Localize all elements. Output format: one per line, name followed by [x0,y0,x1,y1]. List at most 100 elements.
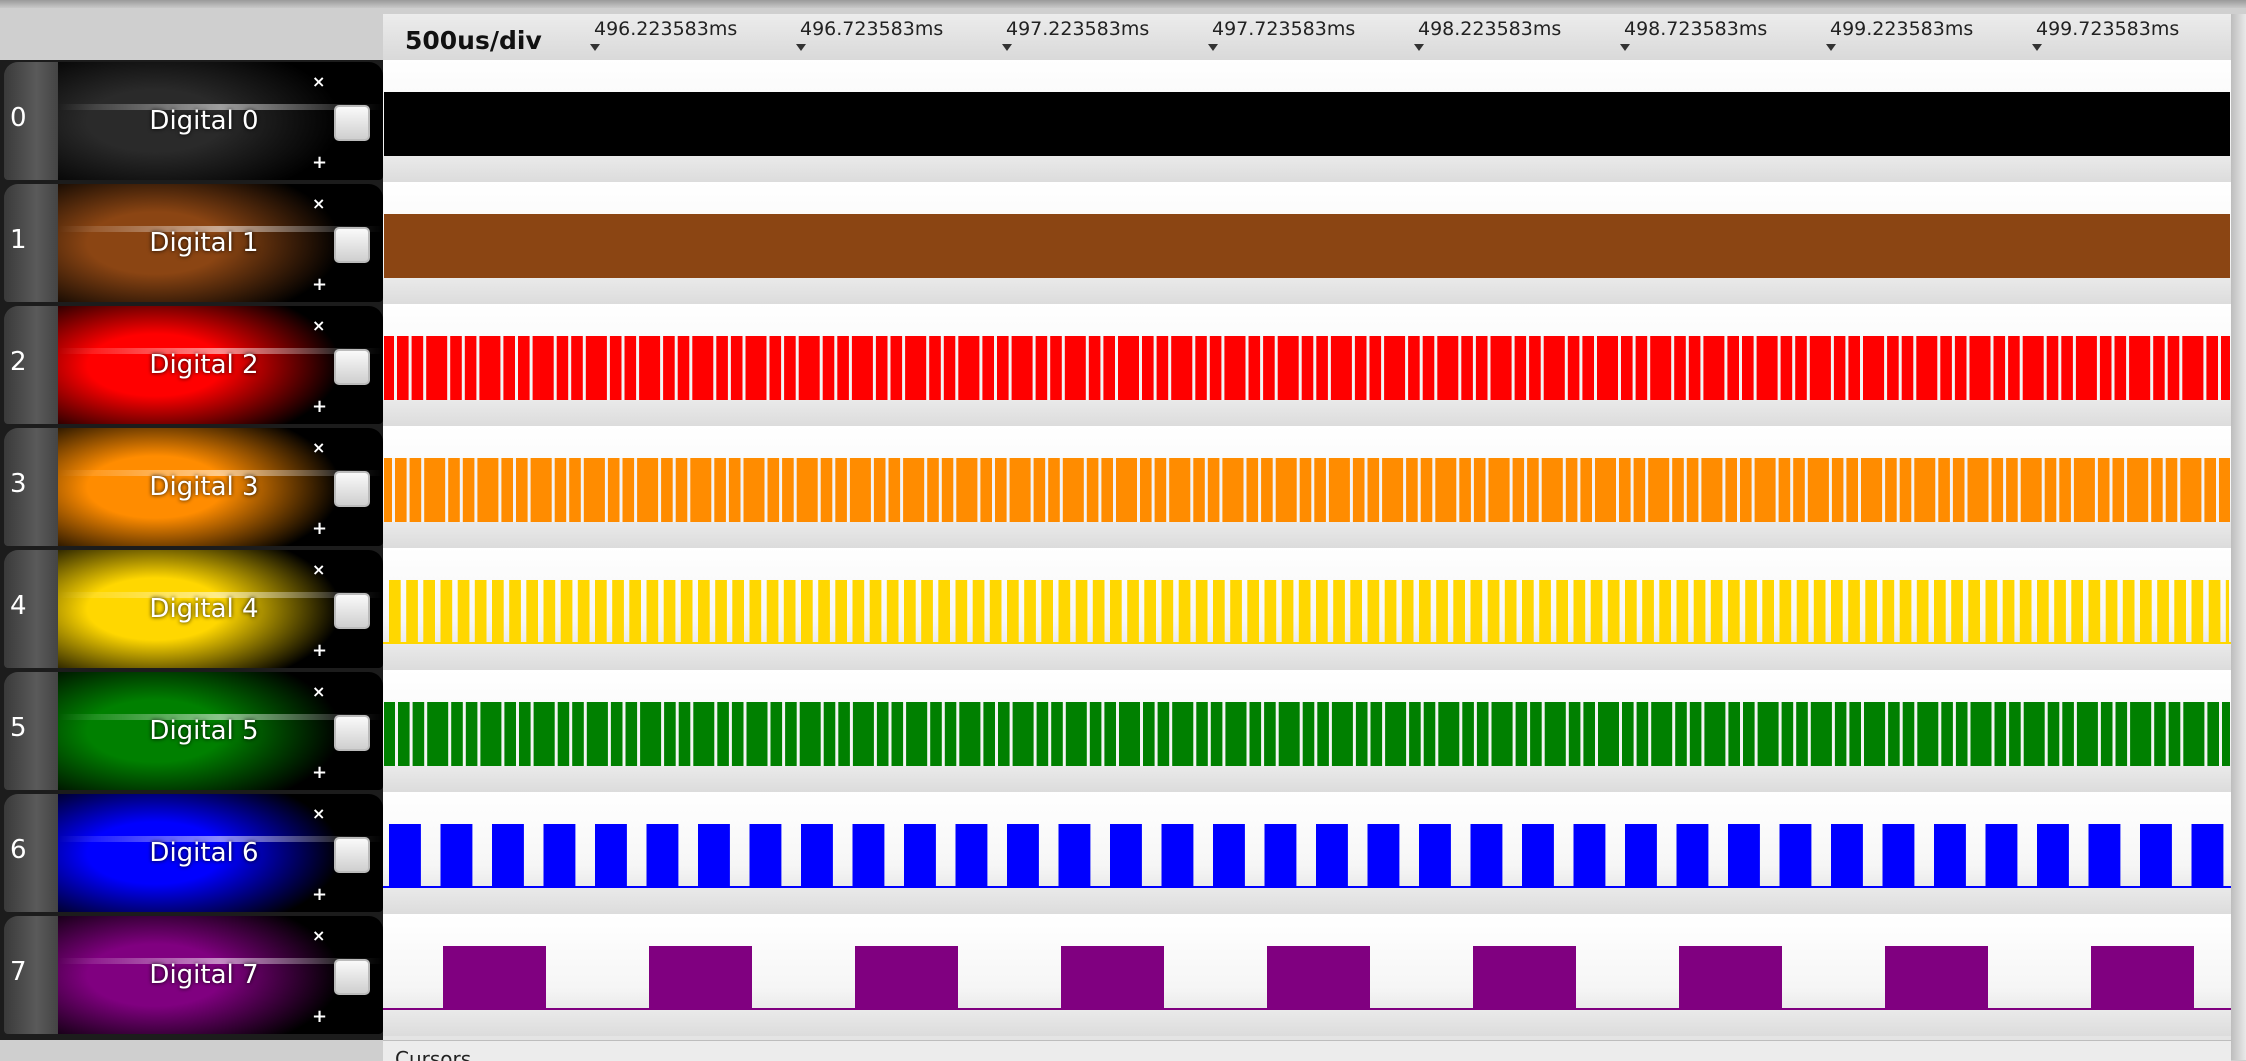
signal-pulse [2140,580,2152,644]
signal-low-glitch [1045,458,1049,522]
signal-low-glitch [849,702,853,766]
waveform-area[interactable] [383,60,2231,1040]
signal-low-glitch [977,458,981,522]
signal-low-glitch [2094,458,2098,522]
add-channel-button[interactable]: + [312,762,327,783]
add-channel-button[interactable]: + [312,884,327,905]
signal-low-glitch [1828,458,1832,522]
signal-low-glitch [714,702,718,766]
signal-pulse [1470,580,1483,644]
signal-low-glitch [1151,458,1155,522]
channel-header-5[interactable]: 5 × Digital 5 + [4,672,383,790]
signal-low-glitch [580,458,584,522]
vertical-scrollbar[interactable] [2231,14,2246,1060]
remove-channel-button[interactable]: × [312,72,325,91]
waveform-lane-2[interactable] [383,304,2231,426]
signal-low-glitch [1061,336,1065,400]
waveform-lane-1[interactable] [383,182,2231,304]
channel-header-3[interactable]: 3 × Digital 3 + [4,428,383,546]
signal-pulse [801,580,813,644]
signal-pulse [1659,580,1671,644]
signal-low-glitch [1725,702,1729,766]
signal-pulse [1573,824,1606,888]
channel-checkbox[interactable] [334,227,370,263]
signal-pulse [801,824,833,888]
signal-low-glitch [1538,458,1542,522]
signal-low-glitch [1790,458,1794,522]
channel-header-4[interactable]: 4 × Digital 4 + [4,550,383,668]
signal-pulse [904,580,916,644]
signal-low-glitch [979,336,983,400]
signal-low-glitch [1006,458,1010,522]
add-channel-button[interactable]: + [312,1006,327,1027]
add-channel-button[interactable]: + [312,152,327,173]
channel-header-6[interactable]: 6 × Digital 6 + [4,794,383,912]
channel-checkbox[interactable] [334,593,370,629]
signal-low-glitch [938,458,942,522]
signal-low-glitch [604,458,608,522]
add-channel-button[interactable]: + [312,274,327,295]
signal-pulse [2091,946,2194,1010]
remove-channel-button[interactable]: × [312,926,325,945]
waveform-lane-4[interactable] [383,548,2231,670]
signal-low-glitch [1485,458,1489,522]
signal-pulse [423,580,435,644]
signal-low-glitch [1806,336,1810,400]
channel-header-1[interactable]: 1 × Digital 1 + [4,184,383,302]
add-channel-button[interactable]: + [312,640,327,661]
channel-header-7[interactable]: 7 × Digital 7 + [4,916,383,1034]
signal-low-glitch [2044,702,2048,766]
waveform-lane-6[interactable] [383,792,2231,914]
signal-pulse [1676,824,1709,888]
add-channel-button[interactable]: + [312,518,327,539]
signal-low-glitch [711,458,715,522]
remove-channel-button[interactable]: × [312,804,325,823]
signal-low-glitch [1882,458,1886,522]
channel-checkbox[interactable] [334,837,370,873]
waveform-lane-5[interactable] [383,670,2231,792]
signal-pulse [1110,824,1142,888]
channel-index-tab: 3 [4,428,58,546]
channel-checkbox[interactable] [334,105,370,141]
signal-low-glitch [1204,458,1208,522]
add-channel-button[interactable]: + [312,396,327,417]
channel-checkbox[interactable] [334,349,370,385]
waveform-lane-0[interactable] [383,60,2231,182]
channel-name: Digital 1 [149,228,259,258]
channel-checkbox[interactable] [334,959,370,995]
signal-low-glitch [1648,702,1652,766]
signal-low-glitch [1632,336,1636,400]
signal-low-glitch [1139,336,1142,400]
signal-low-glitch [870,458,874,522]
signal-pulse [1127,580,1139,644]
signal-pulse [835,580,847,644]
channel-name: Digital 5 [149,716,259,746]
remove-channel-button[interactable]: × [312,438,325,457]
signal-low-glitch [554,702,558,766]
channel-header-2[interactable]: 2 × Digital 2 + [4,306,383,424]
signal-pulse [1934,824,1966,888]
signal-low-glitch [1804,458,1808,522]
remove-channel-button[interactable]: × [312,194,325,213]
signal-low-glitch [1988,458,1992,522]
signal-low-glitch [2127,702,2131,766]
signal-pulse [663,580,676,644]
remove-channel-button[interactable]: × [312,682,325,701]
signal-low-glitch [1580,702,1584,766]
time-tick-marker [1620,44,1630,51]
signal-low-glitch [1775,458,1779,522]
signal-low-glitch [1261,702,1265,766]
cursors-panel[interactable]: Cursors [383,1040,2231,1061]
signal-pulse [2174,580,2186,644]
remove-channel-button[interactable]: × [312,316,325,335]
channel-checkbox[interactable] [334,471,370,507]
channel-header-0[interactable]: 0 × Digital 0 + [4,62,383,180]
signal-high [384,214,2230,278]
waveform-lane-3[interactable] [383,426,2231,548]
waveform-lane-7[interactable] [383,914,2231,1036]
signal-low-glitch [1153,336,1157,400]
channel-checkbox[interactable] [334,715,370,751]
signal-low-glitch [1137,458,1140,522]
signal-low-glitch [1861,702,1864,766]
remove-channel-button[interactable]: × [312,560,325,579]
